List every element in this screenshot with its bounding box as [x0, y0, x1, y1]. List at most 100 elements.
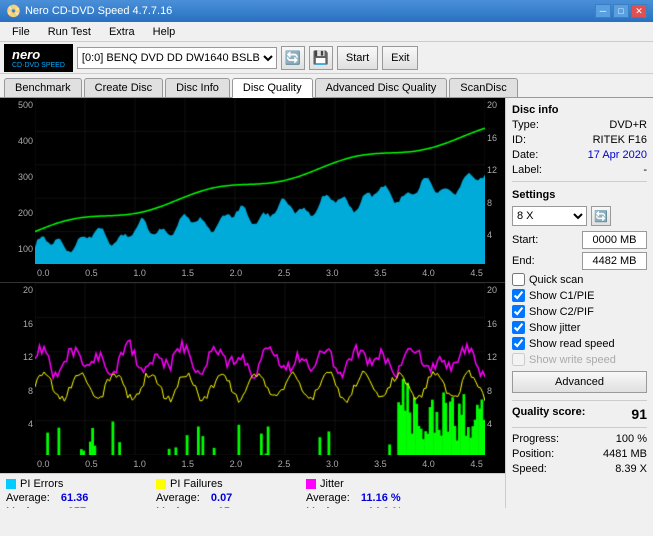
show-jitter-label: Show jitter	[529, 322, 580, 334]
minimize-button[interactable]: ─	[595, 4, 611, 18]
pi-errors-max-value: 257	[68, 506, 86, 508]
start-button[interactable]: Start	[337, 46, 378, 70]
disc-label-label: Label:	[512, 164, 552, 176]
y-top-400: 400	[18, 136, 33, 146]
menu-bar: File Run Test Extra Help	[0, 22, 653, 42]
start-label: Start:	[512, 234, 552, 246]
speed-select[interactable]: 8 X 4 X 12 X 16 X	[512, 206, 587, 226]
show-write-speed-row: Show write speed	[512, 353, 647, 366]
drive-selector[interactable]: [0:0] BENQ DVD DD DW1640 BSLB	[77, 47, 277, 69]
tab-benchmark[interactable]: Benchmark	[4, 78, 82, 97]
date-label: Date:	[512, 149, 552, 161]
title-bar: 📀 Nero CD-DVD Speed 4.7.7.16 ─ □ ✕	[0, 0, 653, 22]
show-c1-pie-label: Show C1/PIE	[529, 290, 594, 302]
type-label: Type:	[512, 119, 552, 131]
quick-scan-checkbox[interactable]	[512, 273, 525, 286]
tab-disc-quality[interactable]: Disc Quality	[232, 78, 313, 98]
speed-settings-row: 8 X 4 X 12 X 16 X 🔄	[512, 206, 647, 226]
save-icon[interactable]: 💾	[309, 46, 333, 70]
show-write-speed-checkbox	[512, 353, 525, 366]
menu-help[interactable]: Help	[145, 24, 184, 40]
speed-label: Speed:	[512, 463, 547, 475]
yr-top-16: 16	[487, 133, 497, 143]
jitter-avg-label: Average:	[306, 492, 350, 504]
speed-row: Speed: 8.39 X	[512, 463, 647, 475]
legend-jitter: Jitter Average: 11.16 % Maximum: 14.2 % …	[306, 478, 436, 508]
quick-scan-label: Quick scan	[529, 274, 583, 286]
divider-2	[512, 400, 647, 401]
advanced-button[interactable]: Advanced	[512, 371, 647, 393]
show-read-speed-checkbox[interactable]	[512, 337, 525, 350]
disc-label-value: -	[643, 164, 647, 176]
x-axis-top: 0.00.51.01.52.02.53.03.54.04.5	[35, 264, 485, 282]
legend-pi-errors: PI Errors Average: 61.36 Maximum: 257 To…	[6, 478, 136, 508]
pi-errors-avg-label: Average:	[6, 492, 50, 504]
show-jitter-row: Show jitter	[512, 321, 647, 334]
tab-scan-disc[interactable]: ScanDisc	[449, 78, 517, 97]
tab-advanced-disc-quality[interactable]: Advanced Disc Quality	[315, 78, 448, 97]
end-label: End:	[512, 255, 552, 267]
position-label: Position:	[512, 448, 554, 460]
close-button[interactable]: ✕	[631, 4, 647, 18]
yr-top-8: 8	[487, 198, 492, 208]
yr-top-12: 12	[487, 165, 497, 175]
divider-1	[512, 181, 647, 182]
chart-bottom: 20 16 12 8 4 20 16 12 8 4 0.00.51.01.52.…	[0, 283, 505, 473]
pi-errors-label: PI Errors	[20, 478, 63, 490]
position-value: 4481 MB	[603, 448, 647, 460]
show-c2-pif-row: Show C2/PIF	[512, 305, 647, 318]
show-c1-pie-checkbox[interactable]	[512, 289, 525, 302]
divider-3	[512, 427, 647, 428]
y-top-100: 100	[18, 244, 33, 254]
y-top-300: 300	[18, 172, 33, 182]
show-jitter-checkbox[interactable]	[512, 321, 525, 334]
pi-failures-max-label: Maximum:	[156, 506, 207, 508]
pi-errors-max-label: Maximum:	[6, 506, 57, 508]
jitter-max-label: Maximum:	[306, 506, 357, 508]
pi-failures-max-value: 15	[218, 506, 230, 508]
refresh-icon[interactable]: 🔄	[281, 46, 305, 70]
chart-area: 500 400 300 200 100 20 16 12 8 4 0.00.51…	[0, 98, 505, 508]
main-content: 500 400 300 200 100 20 16 12 8 4 0.00.51…	[0, 98, 653, 508]
start-input[interactable]	[582, 231, 647, 249]
toolbar: nero CD·DVD SPEED [0:0] BENQ DVD DD DW16…	[0, 42, 653, 74]
show-c2-pif-label: Show C2/PIF	[529, 306, 594, 318]
show-read-speed-label: Show read speed	[529, 338, 615, 350]
menu-run-test[interactable]: Run Test	[40, 24, 99, 40]
id-label: ID:	[512, 134, 552, 146]
y-axis-right-top: 20 16 12 8 4	[485, 98, 505, 265]
show-write-speed-label: Show write speed	[529, 354, 616, 366]
maximize-button[interactable]: □	[613, 4, 629, 18]
pi-errors-color-dot	[6, 479, 16, 489]
chart-top: 500 400 300 200 100 20 16 12 8 4 0.00.51…	[0, 98, 505, 283]
jitter-label: Jitter	[320, 478, 344, 490]
menu-file[interactable]: File	[4, 24, 38, 40]
pi-failures-avg-label: Average:	[156, 492, 200, 504]
right-panel: Disc info Type: DVD+R ID: RITEK F16 Date…	[505, 98, 653, 508]
jitter-color-dot	[306, 479, 316, 489]
tab-create-disc[interactable]: Create Disc	[84, 78, 163, 97]
settings-refresh-icon[interactable]: 🔄	[591, 206, 611, 226]
quality-label: Quality score:	[512, 406, 585, 422]
y-top-200: 200	[18, 208, 33, 218]
progress-value: 100 %	[616, 433, 647, 445]
tab-disc-info[interactable]: Disc Info	[165, 78, 230, 97]
disc-info-title: Disc info	[512, 104, 647, 116]
date-value: 17 Apr 2020	[588, 149, 647, 161]
end-input[interactable]	[582, 252, 647, 270]
jitter-max-value: 14.2 %	[368, 506, 402, 508]
show-c2-pif-checkbox[interactable]	[512, 305, 525, 318]
x-axis-bottom: 0.00.51.01.52.02.53.03.54.04.5	[35, 455, 485, 473]
menu-extra[interactable]: Extra	[101, 24, 143, 40]
legend-pi-failures: PI Failures Average: 0.07 Maximum: 15 To…	[156, 478, 286, 508]
type-value: DVD+R	[609, 119, 647, 131]
exit-button[interactable]: Exit	[382, 46, 418, 70]
y-top-500: 500	[18, 100, 33, 110]
id-value: RITEK F16	[593, 134, 647, 146]
jitter-avg-value: 11.16 %	[361, 492, 401, 504]
window-title: Nero CD-DVD Speed 4.7.7.16	[25, 5, 172, 17]
yr-top-4: 4	[487, 230, 492, 240]
pi-failures-label: PI Failures	[170, 478, 223, 490]
show-read-speed-row: Show read speed	[512, 337, 647, 350]
quick-scan-row: Quick scan	[512, 273, 647, 286]
